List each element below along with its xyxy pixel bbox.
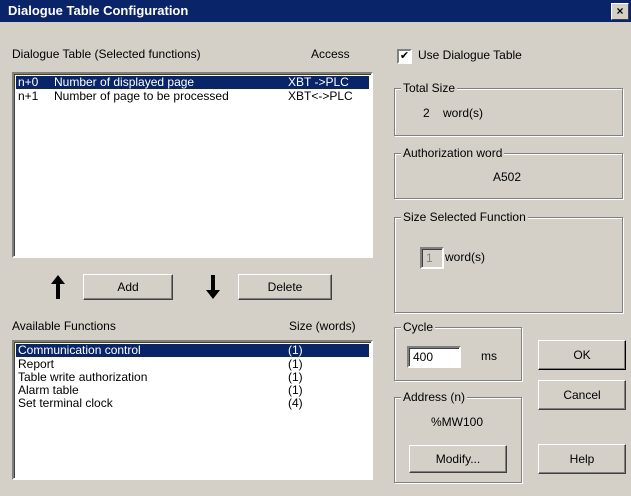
address-value: %MW100 (431, 415, 484, 429)
available-functions-label: Available Functions (12, 319, 116, 333)
table-row[interactable]: n+1 Number of page to be processed XBT<-… (16, 90, 369, 103)
dialogue-table-list[interactable]: n+0 Number of displayed page XBT ->PLC n… (12, 72, 373, 258)
access-header: Access (311, 47, 350, 61)
close-icon: × (616, 4, 624, 18)
cycle-unit: ms (481, 349, 497, 363)
total-size-group: Total Size 2 word(s) (394, 81, 623, 136)
modify-button[interactable]: Modify... (409, 445, 507, 473)
total-size-value: 2 (423, 106, 430, 120)
delete-button[interactable]: Delete (238, 274, 332, 300)
authorization-word-group: Authorization word A502 (394, 146, 623, 199)
close-button[interactable]: × (611, 3, 629, 20)
use-dialogue-table-checkbox[interactable]: ✔ (397, 49, 412, 64)
add-button[interactable]: Add (83, 274, 173, 300)
size-selected-unit: word(s) (445, 250, 486, 264)
address-group: Address (n) %MW100 Modify... (394, 390, 522, 483)
title-bar: Dialogue Table Configuration × (0, 0, 631, 22)
use-dialogue-table-label: Use Dialogue Table (418, 48, 522, 62)
dialogue-table-label: Dialogue Table (Selected functions) (12, 47, 201, 61)
cancel-button[interactable]: Cancel (538, 380, 626, 410)
help-button[interactable]: Help (538, 444, 626, 474)
size-selected-field: 1 (420, 247, 444, 269)
checkmark-icon: ✔ (399, 50, 410, 62)
arrow-up-icon (51, 275, 65, 299)
total-size-unit: word(s) (443, 106, 484, 120)
cycle-input[interactable]: 400 (407, 346, 461, 368)
available-functions-list[interactable]: Communication control (1) Report (1) Tab… (12, 340, 373, 480)
cycle-group: Cycle 400 ms (394, 320, 522, 381)
window-title: Dialogue Table Configuration (8, 3, 189, 18)
size-words-header: Size (words) (289, 319, 356, 333)
ok-button[interactable]: OK (538, 340, 626, 370)
list-item[interactable]: Set terminal clock (4) (16, 397, 369, 410)
list-item[interactable]: Communication control (1) (15, 343, 370, 358)
size-selected-function-group: Size Selected Function 1 word(s) (394, 210, 623, 313)
table-row[interactable]: n+0 Number of displayed page XBT ->PLC (15, 75, 370, 90)
authorization-word-value: A502 (493, 170, 522, 184)
arrow-down-icon (206, 275, 220, 299)
